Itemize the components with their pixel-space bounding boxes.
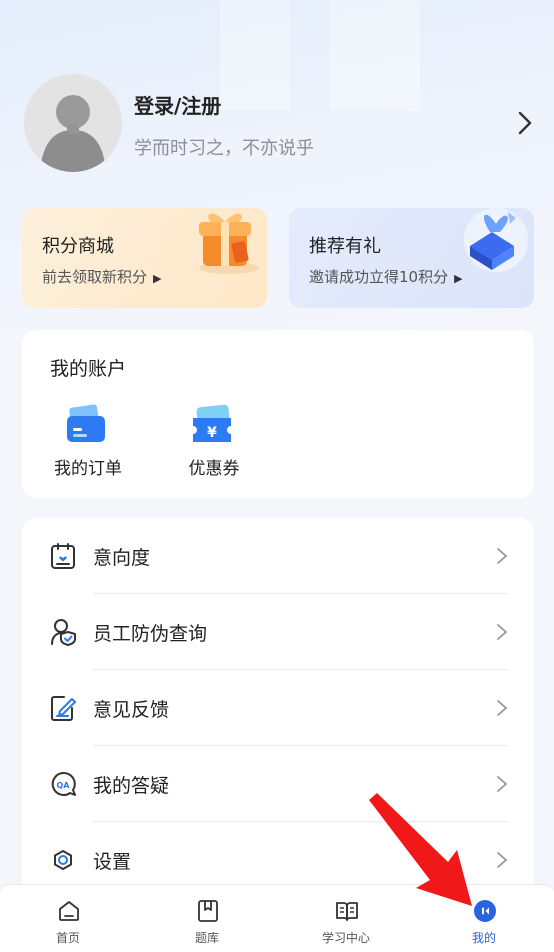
bottom-tab-bar: 首页 题库 学习中心 我的: [0, 884, 554, 952]
login-register-link[interactable]: 登录/注册: [134, 90, 221, 119]
profile-dot-icon: [474, 900, 496, 922]
menu-item-label: 意向度: [93, 547, 151, 569]
chevron-right-icon: [497, 700, 508, 716]
tab-home[interactable]: 首页: [18, 885, 118, 952]
tab-learning-center[interactable]: 学习中心: [296, 885, 396, 952]
home-icon: [59, 901, 79, 921]
menu-item-staff-verification[interactable]: 员工防伪查询: [22, 594, 534, 670]
default-avatar-icon: [24, 74, 122, 172]
referral-subtitle-row: 邀请成功立得10积分 ▶: [309, 266, 463, 287]
qa-bubble-icon: QA: [51, 771, 76, 796]
tab-question-bank[interactable]: 题库: [157, 885, 257, 952]
points-mall-title: 积分商城: [42, 236, 114, 257]
gift-ribbon-icon: [464, 208, 528, 272]
tab-mine[interactable]: 我的: [434, 885, 534, 952]
chevron-right-icon: [497, 548, 508, 564]
menu-item-intention[interactable]: 意向度: [22, 518, 534, 594]
calendar-heart-icon: [51, 543, 75, 569]
my-account-card: 我的账户 我的订单 ¥ 优惠券: [22, 330, 534, 498]
gift-box-icon: [199, 213, 259, 274]
points-mall-subtitle: 前去领取新积分: [42, 268, 148, 286]
referral-subtitle: 邀请成功立得10积分: [309, 268, 449, 286]
yen-coupon-icon: ¥: [193, 404, 231, 442]
referral-reward-card[interactable]: 推荐有礼 邀请成功立得10积分 ▶: [289, 208, 534, 308]
coupons-label: 优惠券: [188, 459, 240, 479]
menu-item-label: 设置: [93, 851, 132, 873]
user-shield-icon: [51, 619, 76, 646]
my-orders-entry[interactable]: 我的订单: [43, 402, 133, 482]
points-mall-card[interactable]: 积分商城 前去领取新积分 ▶: [22, 208, 267, 308]
svg-text:¥: ¥: [207, 425, 217, 441]
avatar[interactable]: [24, 74, 122, 172]
menu-item-feedback[interactable]: 意见反馈: [22, 670, 534, 746]
gear-icon: [54, 850, 72, 870]
chevron-right-icon[interactable]: [516, 110, 534, 136]
tab-label: 我的: [471, 931, 496, 945]
triangle-right-icon: ▶: [153, 272, 162, 285]
chevron-right-icon: [497, 776, 508, 792]
menu-item-label: 员工防伪查询: [93, 623, 208, 645]
bookmark-book-icon: [198, 900, 218, 922]
settings-menu-list: 意向度 员工防伪查询 意见反馈 QA 我的答疑 设置: [22, 518, 534, 918]
coupons-entry[interactable]: ¥ 优惠券: [169, 402, 259, 482]
my-orders-label: 我的订单: [54, 459, 122, 479]
wallet-card-icon: [67, 404, 105, 442]
edit-feedback-icon: [51, 696, 76, 721]
referral-title: 推荐有礼: [309, 236, 381, 257]
my-account-title: 我的账户: [50, 358, 127, 380]
points-mall-subtitle-row: 前去领取新积分 ▶: [42, 266, 161, 287]
profile-header[interactable]: 登录/注册 学而时习之，不亦说乎: [24, 74, 534, 174]
chevron-right-icon: [497, 624, 508, 640]
tab-label: 首页: [55, 931, 80, 945]
menu-item-label: 意见反馈: [93, 699, 170, 721]
profile-slogan: 学而时习之，不亦说乎: [134, 138, 314, 159]
open-book-icon: [336, 902, 358, 921]
menu-item-my-qa[interactable]: QA 我的答疑: [22, 746, 534, 822]
tab-label: 题库: [194, 931, 219, 945]
menu-item-label: 我的答疑: [93, 775, 170, 797]
tab-label: 学习中心: [321, 931, 370, 945]
svg-text:QA: QA: [57, 781, 71, 790]
chevron-right-icon: [497, 852, 508, 868]
